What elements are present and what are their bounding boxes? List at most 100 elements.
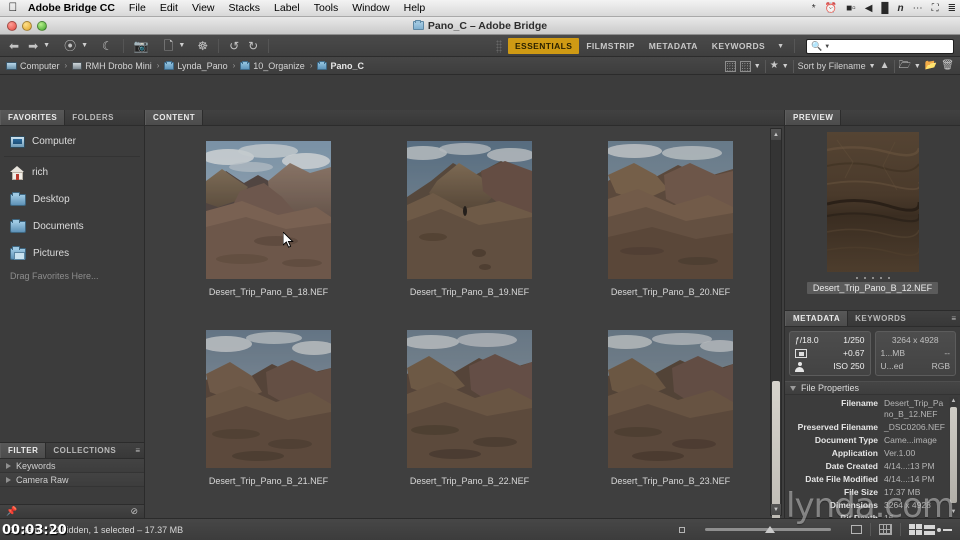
menu-item-label[interactable]: Label xyxy=(267,0,307,17)
panel-menu-icon[interactable]: ≡ xyxy=(951,314,956,323)
small-thumbnail-icon[interactable] xyxy=(679,526,685,533)
menu-item-help[interactable]: Help xyxy=(397,0,433,17)
list-icon[interactable]: ≣ xyxy=(948,3,956,14)
sort-by-label[interactable]: Sort by Filename xyxy=(798,61,866,71)
menu-item-tools[interactable]: Tools xyxy=(307,0,346,17)
rotate-clockwise-icon[interactable]: ↻ xyxy=(245,39,261,53)
large-thumbnail-icon[interactable] xyxy=(851,525,862,534)
volume-icon[interactable]: ◀ xyxy=(865,3,873,14)
breadcrumb-10-organize[interactable]: 10_Organize xyxy=(240,60,305,71)
get-photos-from-camera-icon[interactable]: 📷 xyxy=(131,39,152,53)
thumbnail-item[interactable]: Desert_Trip_Pano_B_22.NEF xyxy=(374,329,565,518)
timemachine-icon[interactable]: ⏰ xyxy=(825,3,837,14)
favorite-item-documents[interactable]: Documents xyxy=(0,213,144,240)
refine-caret-icon[interactable]: ▼ xyxy=(178,42,185,49)
tab-content[interactable]: CONTENT xyxy=(145,110,204,125)
trash-icon[interactable]: 🗑 xyxy=(941,61,954,71)
filmstrip-view-icon[interactable] xyxy=(924,524,935,535)
rotate-icon[interactable]: ☸ xyxy=(194,39,211,53)
workspace-drag-handle[interactable] xyxy=(495,39,502,53)
forward-arrow-icon[interactable]: ➡ xyxy=(25,39,41,53)
workspace-keywords[interactable]: KEYWORDS xyxy=(705,38,772,54)
thumbnail-item[interactable]: Desert_Trip_Pano_B_19.NEF xyxy=(374,140,565,329)
scroll-down-arrow-icon[interactable]: ▼ xyxy=(771,504,781,515)
workspace-metadata[interactable]: METADATA xyxy=(642,38,705,54)
breadcrumb-computer[interactable]: Computer xyxy=(6,61,60,71)
chevron-up-icon[interactable]: ▲ xyxy=(880,61,890,71)
menu-item-stacks[interactable]: Stacks xyxy=(222,0,268,17)
chevron-down-icon[interactable]: ▼ xyxy=(782,63,789,70)
tab-favorites[interactable]: FAVORITES xyxy=(0,110,66,125)
tab-keywords[interactable]: KEYWORDS xyxy=(848,311,913,326)
grid-view-icon[interactable] xyxy=(879,524,892,535)
open-folder-icon[interactable]: 🗁 xyxy=(899,61,911,71)
chevron-down-icon[interactable]: ▼ xyxy=(772,43,789,50)
menu-item-view[interactable]: View xyxy=(185,0,222,17)
rotate-counterclockwise-icon[interactable]: ↺ xyxy=(226,39,242,53)
thumbnail-item[interactable]: Desert_Trip_Pano_B_23.NEF xyxy=(575,329,766,518)
content-scrollbar[interactable]: ▲ ▼ xyxy=(770,128,782,518)
list-view-icon[interactable] xyxy=(937,527,952,532)
details-view-icon[interactable] xyxy=(909,524,922,535)
pin-icon[interactable]: 📌 xyxy=(6,506,17,517)
favorite-item-computer[interactable]: Computer xyxy=(0,128,144,155)
chevron-down-icon[interactable]: ▼ xyxy=(43,42,50,49)
tab-filter[interactable]: FILTER xyxy=(0,443,47,458)
thumbnail-item[interactable]: Desert_Trip_Pano_B_18.NEF xyxy=(173,140,364,329)
tab-folders[interactable]: FOLDERS xyxy=(65,110,121,125)
recent-caret-icon[interactable]: ▼ xyxy=(81,42,88,49)
breadcrumb-lynda-pano[interactable]: Lynda_Pano xyxy=(164,60,228,71)
search-box[interactable]: 🔍 ▼ xyxy=(806,39,954,54)
apple-icon[interactable]:  xyxy=(0,1,26,15)
workspace-filmstrip[interactable]: FILMSTRIP xyxy=(579,38,641,54)
filter-group-camera-raw[interactable]: Camera Raw xyxy=(0,473,144,487)
tab-metadata[interactable]: METADATA xyxy=(785,311,849,326)
chevron-down-icon[interactable]: ▼ xyxy=(914,63,921,70)
thumbnail-item[interactable]: Desert_Trip_Pano_B_21.NEF xyxy=(173,329,364,518)
scroll-up-arrow-icon[interactable]: ▲ xyxy=(950,398,957,404)
favorite-item-rich[interactable]: rich xyxy=(0,159,144,186)
breadcrumb-pano-c[interactable]: Pano_C xyxy=(317,60,364,71)
thumbnail-item[interactable]: Desert_Trip_Pano_B_20.NEF xyxy=(575,140,766,329)
tab-collections[interactable]: COLLECTIONS xyxy=(46,443,123,458)
filter-group-keywords[interactable]: Keywords xyxy=(0,459,144,473)
content-thumbnail-area[interactable]: Desert_Trip_Pano_B_18.NEF Desert_Trip_Pa… xyxy=(145,126,784,518)
search-input[interactable] xyxy=(832,41,949,52)
refine-icon[interactable]: 🗋 xyxy=(161,39,177,53)
airplay-icon[interactable]: ⛶ xyxy=(932,3,939,14)
preview-panel[interactable]: Desert_Trip_Pano_B_12.NEF xyxy=(785,126,960,311)
star-rating-icon[interactable]: ★ xyxy=(770,61,779,71)
tab-preview[interactable]: PREVIEW xyxy=(785,110,842,125)
n-icon[interactable]: n xyxy=(898,3,904,14)
favorite-item-desktop[interactable]: Desktop xyxy=(0,186,144,213)
menu-item-window[interactable]: Window xyxy=(345,0,396,17)
ellipsis-icon[interactable]: ⋯ xyxy=(913,3,923,14)
scroll-up-arrow-icon[interactable]: ▲ xyxy=(771,129,781,140)
favorite-item-pictures[interactable]: Pictures xyxy=(0,240,144,267)
menu-item-file[interactable]: File xyxy=(122,0,153,17)
scrollbar-thumb[interactable] xyxy=(950,407,957,503)
scrollbar-thumb[interactable] xyxy=(772,381,780,518)
breadcrumb-drive[interactable]: RMH Drobo Mini xyxy=(72,61,152,71)
filter-grid-icon[interactable] xyxy=(724,60,736,72)
slider-knob[interactable] xyxy=(765,526,775,533)
drive-icon[interactable]: █ xyxy=(881,3,888,14)
chevron-down-icon[interactable]: ▼ xyxy=(869,63,876,70)
scroll-down-arrow-icon[interactable]: ▼ xyxy=(950,509,957,515)
crescent-icon[interactable]: ☾ xyxy=(99,39,116,53)
revert-icon[interactable]: ⦿ xyxy=(61,39,79,53)
filter-rating-icon[interactable] xyxy=(739,60,751,72)
menu-app-name[interactable]: Adobe Bridge CC xyxy=(26,0,122,17)
battery-icon[interactable]: ■▫ xyxy=(846,3,856,14)
workspace-essentials[interactable]: ESSENTIALS xyxy=(507,38,580,54)
clear-filter-icon[interactable]: ⊘ xyxy=(130,506,138,517)
search-caret-icon[interactable]: ▼ xyxy=(824,44,830,50)
metadata-section-header[interactable]: File Properties xyxy=(785,381,960,395)
thumbnail-size-slider[interactable] xyxy=(693,524,843,536)
menu-item-edit[interactable]: Edit xyxy=(153,0,185,17)
back-arrow-icon[interactable]: ⬅ xyxy=(6,39,22,53)
panel-menu-icon[interactable]: ≡ xyxy=(135,446,140,455)
new-folder-icon[interactable]: 📂 xyxy=(925,61,937,71)
metadata-scrollbar[interactable]: ▲ ▼ xyxy=(949,397,958,516)
chevron-down-icon[interactable]: ▼ xyxy=(754,63,761,70)
